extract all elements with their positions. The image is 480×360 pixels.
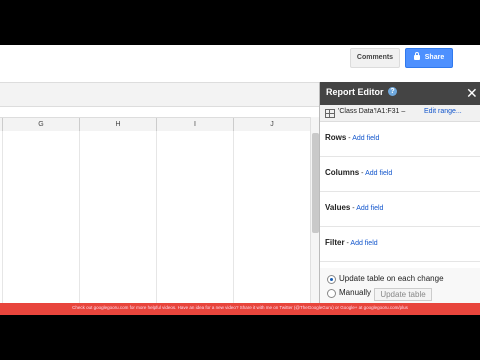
comments-button[interactable]: Comments: [350, 48, 400, 68]
share-button-label: Share: [424, 54, 445, 61]
lock-icon: [413, 52, 420, 60]
rows-add-field-link[interactable]: Add field: [352, 135, 379, 142]
columns-section: Columns - Add field: [320, 157, 480, 192]
columns-label-text: Columns: [325, 168, 360, 177]
column-headers: G H I J: [0, 117, 310, 132]
grid-icon: [325, 109, 335, 118]
comments-button-label: Comments: [356, 54, 394, 61]
help-icon[interactable]: ?: [388, 87, 397, 96]
values-label: Values - Add field: [325, 203, 383, 212]
update-each-change-label: Update table on each change: [339, 274, 444, 283]
update-table-button[interactable]: Update table: [374, 288, 432, 301]
scrollbar-thumb[interactable]: [312, 133, 319, 233]
values-label-text: Values: [325, 203, 351, 212]
close-icon[interactable]: ✕: [466, 84, 478, 102]
report-editor-header: Report Editor ? ✕: [320, 82, 480, 105]
column-header-j[interactable]: J: [234, 118, 310, 131]
manually-radio[interactable]: [327, 289, 336, 298]
columns-label: Columns - Add field: [325, 168, 392, 177]
column-header-h[interactable]: H: [80, 118, 157, 131]
column-header-g[interactable]: G: [3, 118, 80, 131]
report-editor-panel: Report Editor ? ✕ 'Class Data'!A1:F31 – …: [319, 82, 480, 315]
toolbar-strip: [0, 82, 319, 107]
source-range-value: 'Class Data'!A1:F31: [338, 108, 400, 115]
rows-section: Rows - Add field: [320, 122, 480, 157]
share-button[interactable]: Share: [405, 48, 453, 68]
manually-label: Manually: [339, 288, 372, 297]
filter-section: Filter - Add field: [320, 227, 480, 262]
rows-label: Rows - Add field: [325, 133, 379, 142]
column-header-i[interactable]: I: [157, 118, 234, 131]
app-window: Comments Share G H I J Report Editor ? ✕…: [0, 45, 480, 315]
edit-range-link[interactable]: Edit range...: [424, 108, 462, 115]
source-range: 'Class Data'!A1:F31 –: [338, 108, 405, 115]
promo-banner-text: Check out googlegooru.com for more helpf…: [72, 305, 408, 310]
grid-line: [233, 131, 234, 315]
values-add-field-link[interactable]: Add field: [356, 205, 383, 212]
grid-line: [79, 131, 80, 315]
filter-label: Filter - Add field: [325, 238, 378, 247]
range-separator: –: [399, 108, 406, 115]
report-editor-title: Report Editor: [326, 87, 384, 97]
grid-line: [2, 131, 3, 315]
promo-banner: Check out googlegooru.com for more helpf…: [0, 303, 480, 315]
update-options: Update table on each change Manually Upd…: [320, 268, 480, 308]
source-range-row: 'Class Data'!A1:F31 – Edit range...: [320, 105, 480, 122]
filter-label-text: Filter: [325, 238, 345, 247]
update-each-change-radio[interactable]: [327, 275, 336, 284]
filter-add-field-link[interactable]: Add field: [350, 240, 377, 247]
grid-line: [156, 131, 157, 315]
sheet-grid[interactable]: [0, 131, 310, 315]
rows-label-text: Rows: [325, 133, 347, 142]
columns-add-field-link[interactable]: Add field: [365, 170, 392, 177]
header-bar: Comments Share: [0, 45, 480, 75]
values-section: Values - Add field: [320, 192, 480, 227]
